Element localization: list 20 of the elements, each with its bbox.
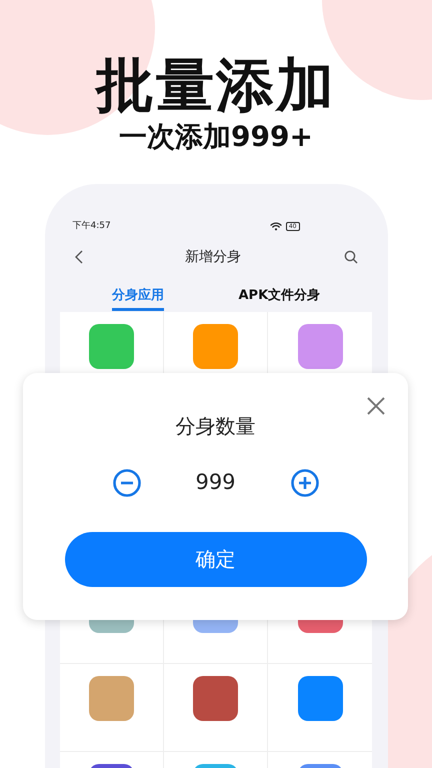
plus-icon[interactable] — [290, 468, 318, 497]
close-icon[interactable] — [366, 396, 386, 416]
app-tile[interactable] — [298, 676, 342, 721]
headline: 批量添加 — [96, 52, 336, 118]
wifi-icon — [270, 222, 282, 232]
screen-title: 新增分身 — [185, 248, 241, 266]
dialog-title: 分身数量 — [176, 413, 256, 440]
minus-icon[interactable] — [112, 468, 140, 497]
app-tile[interactable] — [89, 676, 134, 721]
app-tile[interactable] — [298, 324, 342, 369]
tab[interactable]: APK文件分身 — [238, 286, 320, 311]
confirm-button[interactable]: 确定 — [64, 532, 366, 586]
back-icon[interactable] — [74, 250, 82, 264]
subheadline: 一次添加999+ — [119, 120, 313, 154]
app-tile[interactable] — [193, 676, 238, 721]
app-tile[interactable] — [193, 324, 238, 369]
count-field[interactable]: 999 — [180, 467, 250, 498]
app-tile[interactable] — [89, 324, 134, 369]
search-icon[interactable] — [344, 250, 358, 264]
status-time: 下午4:57 — [72, 220, 111, 233]
